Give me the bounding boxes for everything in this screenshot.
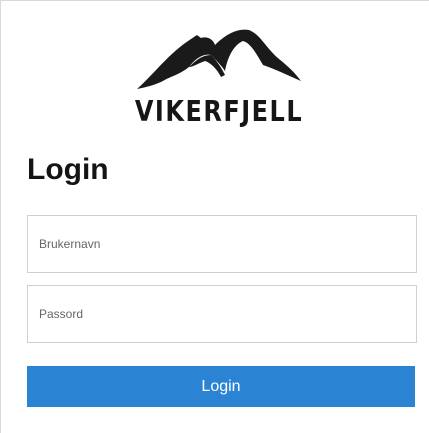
username-field[interactable] — [27, 215, 417, 273]
brand-name: VIKERFJELL — [134, 95, 304, 129]
login-page: VIKERFJELL Login Login — [0, 0, 429, 433]
page-title: Login — [27, 153, 109, 186]
login-button[interactable]: Login — [27, 366, 415, 407]
password-field[interactable] — [27, 285, 417, 343]
